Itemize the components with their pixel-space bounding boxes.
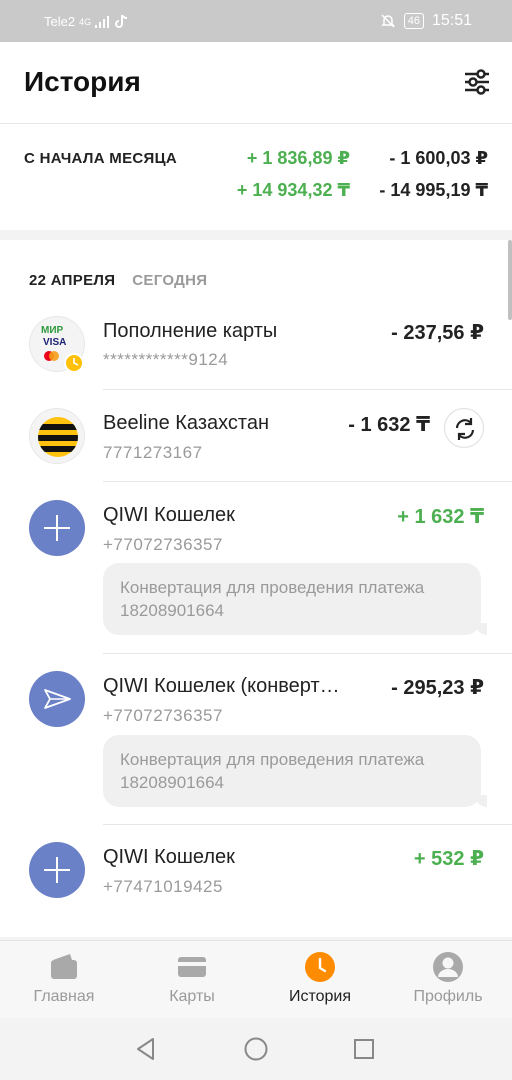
send-icon: [29, 671, 85, 727]
transaction-account: +77471019425: [103, 877, 223, 896]
recents-icon[interactable]: [351, 1036, 377, 1062]
home-icon[interactable]: [243, 1036, 269, 1062]
summary-label: С НАЧАЛА МЕСЯЦА: [24, 150, 178, 167]
repeat-icon: [455, 418, 475, 440]
beeline-logo-icon: [29, 408, 85, 464]
relative-date-label: СЕГОДНЯ: [132, 272, 208, 289]
transaction-name: QIWI Кошелек: [103, 504, 235, 526]
nav-item-cards[interactable]: Карты: [128, 941, 256, 1019]
nav-label-cards: Карты: [169, 988, 215, 1005]
carrier-name: Tele2: [44, 14, 76, 29]
expense-kzt: - 14 995,19 ₸: [379, 180, 488, 200]
transaction-item[interactable]: МИР VISA Пополнение карты ************91…: [0, 312, 512, 390]
repeat-payment-button[interactable]: [444, 408, 484, 448]
system-navigation-bar: [0, 1018, 512, 1080]
transaction-item[interactable]: QIWI Кошелек (конверт… +77072736357 - 29…: [0, 654, 512, 825]
clock-icon: [305, 952, 335, 982]
filter-icon[interactable]: [462, 67, 492, 97]
expense-rub: - 1 600,03 ₽: [389, 148, 488, 168]
transaction-item[interactable]: QIWI Кошелек +77471019425 + 532 ₽: [0, 825, 512, 925]
transaction-account: +77072736357: [103, 535, 223, 554]
transaction-name: Пополнение карты: [103, 320, 278, 342]
month-summary: С НАЧАЛА МЕСЯЦА + 1 836,89 ₽ - 1 600,03 …: [0, 124, 512, 230]
nav-item-home[interactable]: Главная: [0, 941, 128, 1019]
scrollbar[interactable]: [508, 240, 512, 320]
app-header: История: [0, 42, 512, 124]
transaction-amount: - 1 632 ₸: [348, 414, 430, 436]
network-type: 4G: [79, 16, 92, 27]
nav-label-profile: Профиль: [413, 988, 483, 1005]
income-rub: + 1 836,89 ₽: [246, 148, 350, 168]
nav-item-history[interactable]: История: [256, 941, 384, 1019]
transaction-list: 22 АПРЕЛЯ СЕГОДНЯ МИР VISA Пополнение ка…: [0, 240, 512, 937]
status-bar: Tele2 4G 46 15:51: [0, 0, 512, 42]
transaction-name: Beeline Казахстан: [103, 412, 269, 434]
transaction-item[interactable]: QIWI Кошелек +77072736357 + 1 632 ₸ Конв…: [0, 482, 512, 654]
tiktok-icon: [115, 14, 128, 28]
bottom-navigation: Главная Карты История Профиль: [0, 940, 512, 1018]
transaction-amount: - 237,56 ₽: [391, 322, 484, 344]
transaction-account: 7771273167: [103, 443, 203, 462]
nav-label-history: История: [288, 988, 352, 1005]
transaction-amount: + 1 632 ₸: [397, 506, 484, 528]
nav-label-home: Главная: [33, 988, 95, 1005]
transaction-comment: Конвертация для проведения платежа 18208…: [103, 563, 487, 635]
page-title: История: [24, 66, 141, 97]
svg-text:МИР: МИР: [41, 325, 64, 336]
back-icon[interactable]: [133, 1036, 159, 1062]
signal-icon: [95, 15, 110, 28]
transaction-amount: + 532 ₽: [413, 848, 484, 870]
card-icon: [178, 957, 206, 977]
mute-notification-icon: [380, 14, 395, 28]
date-header: 22 АПРЕЛЯ СЕГОДНЯ: [29, 272, 207, 289]
date-label: 22 АПРЕЛЯ: [29, 272, 116, 289]
svg-text:VISA: VISA: [43, 337, 66, 348]
transaction-account: ************9124: [103, 350, 229, 369]
transaction-amount: - 295,23 ₽: [391, 677, 484, 699]
transaction-comment: Конвертация для проведения платежа 18208…: [103, 735, 487, 807]
transaction-name: QIWI Кошелек (конверт…: [103, 675, 340, 697]
nav-item-profile[interactable]: Профиль: [384, 941, 512, 1019]
payment-cards-icon: МИР VISA: [29, 316, 85, 373]
profile-icon: [433, 952, 463, 982]
battery-icon: 46: [403, 13, 424, 29]
transaction-name: QIWI Кошелек: [103, 846, 235, 868]
income-kzt: + 14 934,32 ₸: [236, 180, 350, 200]
plus-icon: [29, 500, 85, 556]
transaction-account: +77072736357: [103, 706, 223, 725]
transaction-item[interactable]: Beeline Казахстан 7771273167 - 1 632 ₸: [0, 390, 512, 482]
clock-time: 15:51: [431, 12, 472, 29]
plus-icon: [29, 842, 85, 898]
wallet-icon: [51, 954, 77, 979]
